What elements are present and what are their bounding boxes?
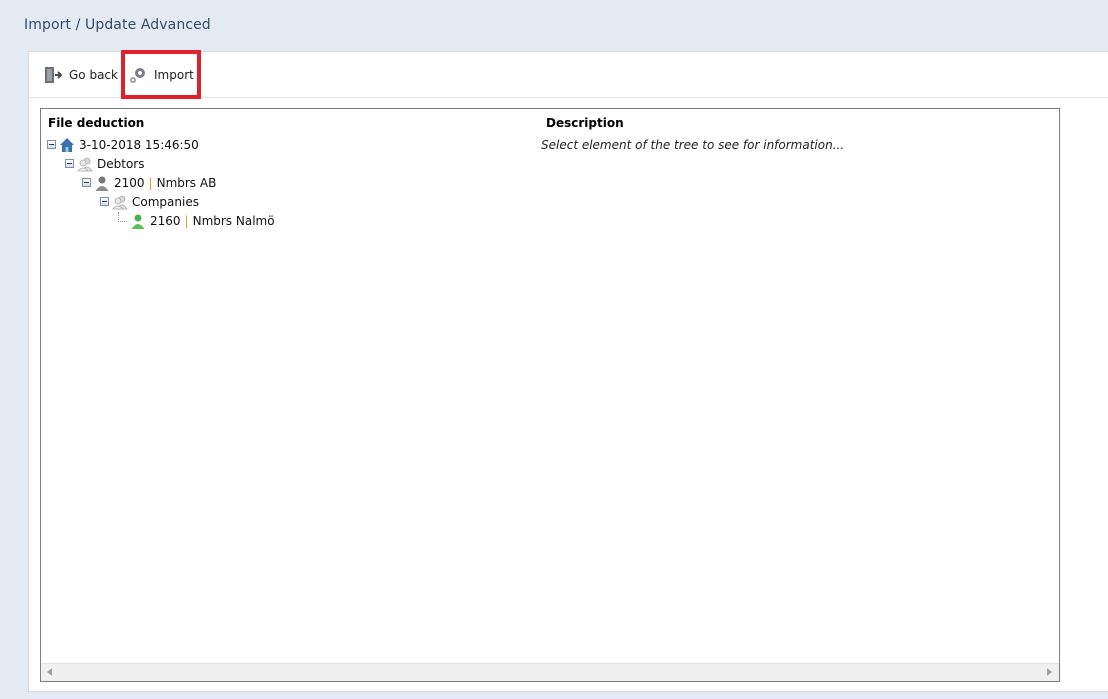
import-label: Import — [154, 68, 194, 82]
gears-icon — [130, 68, 145, 83]
scroll-right-arrow-icon[interactable] — [1047, 668, 1052, 676]
tree-node-debtors[interactable]: Debtors — [65, 154, 144, 173]
go-back-label: Go back — [69, 68, 118, 82]
tree-node-companies[interactable]: Companies — [100, 192, 199, 211]
description-text: Select element of the tree to see for in… — [541, 138, 845, 152]
import-button[interactable]: Import — [128, 64, 194, 86]
debtor-code: 2100 — [114, 175, 145, 190]
collapse-toggle[interactable] — [82, 178, 91, 187]
person-gray-icon — [95, 176, 109, 191]
group-icon — [77, 157, 93, 171]
collapse-toggle[interactable] — [100, 197, 109, 206]
tree-node-label: Companies — [132, 194, 199, 209]
toolbar: Go back Import — [29, 50, 1108, 99]
exit-door-icon — [45, 67, 63, 83]
tree-node-company[interactable]: 2160 | Nmbrs Nalmö — [118, 211, 275, 230]
debtor-name: Nmbrs AB — [156, 175, 217, 190]
separator: | — [184, 213, 189, 228]
page-title: Import / Update Advanced — [24, 17, 211, 33]
horizontal-scrollbar[interactable] — [41, 663, 1059, 681]
company-code: 2160 — [150, 213, 181, 228]
column-header-file: File deduction — [48, 116, 145, 130]
house-icon — [60, 137, 74, 152]
group-icon — [112, 195, 128, 209]
column-header-description: Description — [546, 116, 624, 130]
tree-node-debtor[interactable]: 2100 | Nmbrs AB — [82, 173, 216, 192]
tree-view: File deduction Description Select elemen… — [40, 108, 1060, 682]
collapse-toggle[interactable] — [47, 140, 56, 149]
company-name: Nmbrs Nalmö — [192, 213, 275, 228]
go-back-button[interactable]: Go back — [43, 64, 118, 86]
tree-connector — [118, 211, 127, 222]
main-panel: Go back Import File deduction Descriptio… — [28, 50, 1108, 692]
tree-node-label: Debtors — [97, 156, 145, 171]
tree-node-label: 3-10-2018 15:46:50 — [79, 137, 199, 152]
scroll-left-arrow-icon[interactable] — [47, 668, 52, 676]
separator: | — [148, 175, 153, 190]
person-green-icon — [131, 214, 145, 229]
tree-node-root[interactable]: 3-10-2018 15:46:50 — [47, 135, 199, 154]
collapse-toggle[interactable] — [65, 159, 74, 168]
